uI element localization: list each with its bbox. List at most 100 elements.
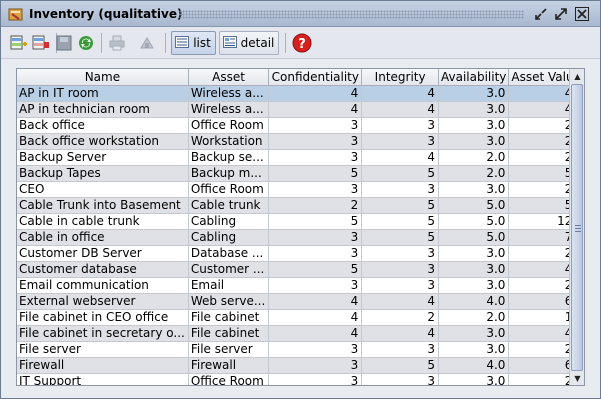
cell-name: AP in technician room	[17, 101, 189, 118]
table-row[interactable]: Backup ServerBackup se...342.024	[17, 149, 584, 166]
scroll-down-icon[interactable]: ▼	[570, 371, 585, 385]
cell-integrity: 4	[361, 85, 439, 102]
cell-integrity: 4	[361, 325, 439, 342]
cell-availability: 5.0	[438, 197, 510, 214]
cell-integrity: 4	[361, 293, 439, 310]
column-header-name[interactable]: Name	[17, 69, 189, 86]
table-row[interactable]: IT SupportOffice Room333.027	[17, 373, 584, 385]
help-icon[interactable]: ?	[291, 31, 313, 55]
table-row[interactable]: Customer DB ServerDatabase ...333.027	[17, 245, 584, 262]
cell-availability: 2.0	[438, 309, 510, 326]
table-row[interactable]: External webserverWeb serve...444.064	[17, 293, 584, 310]
export-icon[interactable]	[137, 31, 157, 55]
cell-name: File cabinet in secretary o...	[17, 325, 189, 342]
column-header-confidentiality[interactable]: Confidentiality	[268, 69, 363, 86]
cell-integrity: 5	[361, 357, 439, 374]
cell-name: Email communication	[17, 277, 189, 294]
cell-availability: 3.0	[438, 181, 510, 198]
cell-confidentiality: 3	[268, 149, 363, 166]
cell-integrity: 3	[361, 261, 439, 278]
cell-confidentiality: 5	[268, 213, 363, 230]
cell-availability: 5.0	[438, 229, 510, 246]
title-bar[interactable]: Inventory (qualitative)	[1, 1, 600, 27]
inventory-app-icon	[8, 7, 24, 24]
cell-integrity: 3	[361, 341, 439, 358]
cell-integrity: 3	[361, 373, 439, 385]
list-view-button[interactable]: list	[171, 31, 216, 55]
cell-integrity: 3	[361, 277, 439, 294]
cell-availability: 4.0	[438, 357, 510, 374]
cell-integrity: 3	[361, 181, 439, 198]
detail-view-button[interactable]: detail	[219, 31, 279, 55]
toolbar: list detail ?	[1, 27, 600, 59]
remove-asset-icon[interactable]	[30, 31, 52, 55]
cell-confidentiality: 5	[268, 165, 363, 182]
table-row[interactable]: Cable in officeCabling355.075	[17, 229, 584, 246]
cell-integrity: 5	[361, 165, 439, 182]
cell-integrity: 3	[361, 117, 439, 134]
cell-asset: Office Room	[188, 373, 270, 385]
cell-integrity: 2	[361, 309, 439, 326]
cell-asset: Office Room	[188, 181, 270, 198]
cell-availability: 2.0	[438, 165, 510, 182]
cell-availability: 3.0	[438, 261, 510, 278]
table-row[interactable]: File cabinet in CEO office File cabinet 4 2…	[17, 309, 584, 326]
refresh-icon[interactable]	[76, 31, 96, 55]
cell-availability: 5.0	[438, 213, 510, 230]
cell-name: External webserver	[17, 293, 189, 310]
cell-asset: Workstation	[188, 133, 270, 150]
cell-integrity: 5	[361, 213, 439, 230]
table-row[interactable]: Back office workstationWorkstation333.02…	[17, 133, 584, 150]
table-row[interactable]: AP in IT roomWireless a...443.048	[17, 85, 584, 102]
save-icon[interactable]	[56, 31, 72, 55]
cell-availability: 3.0	[438, 245, 510, 262]
table-row[interactable]: FirewallFirewall354.060	[17, 357, 584, 374]
inventory-table-frame: Name Asset Confidentiality Integrity Ava…	[16, 68, 585, 386]
table-row[interactable]: Back officeOffice Room333.027	[17, 117, 584, 134]
close-icon[interactable]	[575, 7, 589, 21]
cell-confidentiality: 3	[268, 357, 363, 374]
cell-name: Firewall	[17, 357, 189, 374]
cell-name: Cable Trunk into Basement	[17, 197, 189, 214]
add-asset-icon[interactable]	[8, 31, 30, 55]
list-icon	[175, 35, 190, 51]
toolbar-separator	[165, 33, 166, 53]
cell-asset: Database ...	[188, 245, 270, 262]
print-icon[interactable]	[107, 31, 127, 55]
iconify-icon[interactable]	[534, 7, 548, 21]
table-row[interactable]: Customer databaseCustomer ...533.045	[17, 261, 584, 278]
maximize-icon[interactable]	[554, 7, 568, 21]
cell-confidentiality: 3	[268, 277, 363, 294]
cell-confidentiality: 3	[268, 181, 363, 198]
cell-availability: 3.0	[438, 341, 510, 358]
table-row[interactable]: File cabinet in secretary o... File cabin…	[17, 325, 584, 342]
column-header-integrity[interactable]: Integrity	[361, 69, 439, 86]
cell-confidentiality: 3	[268, 373, 363, 385]
detail-view-label: detail	[240, 36, 275, 50]
table-row[interactable]: Cable in cable trunkCabling555.0125	[17, 213, 584, 230]
table-row[interactable]: Cable Trunk into Basement Cable trunk 2 5 5.…	[17, 197, 584, 214]
cell-asset: Wireless a...	[188, 101, 270, 118]
cell-integrity: 4	[361, 101, 439, 118]
cell-asset: File server	[188, 341, 270, 358]
table-header-row: Name Asset Confidentiality Integrity Ava…	[17, 69, 584, 86]
table-row[interactable]: File serverFile server333.027	[17, 341, 584, 358]
table-row[interactable]: Email communicationEmail333.027	[17, 277, 584, 294]
cell-integrity: 3	[361, 133, 439, 150]
column-header-availability[interactable]: Availability	[438, 69, 510, 86]
scroll-thumb[interactable]	[571, 84, 583, 371]
column-header-asset[interactable]: Asset	[188, 69, 270, 86]
detail-icon	[222, 35, 237, 51]
cell-availability: 3.0	[438, 277, 510, 294]
cell-asset: Backup m...	[188, 165, 270, 182]
cell-asset: Firewall	[188, 357, 270, 374]
scroll-up-icon[interactable]: ▲	[570, 69, 585, 83]
table-row[interactable]: Backup TapesBackup m...552.050	[17, 165, 584, 182]
cell-confidentiality: 5	[268, 261, 363, 278]
cell-availability: 3.0	[438, 101, 510, 118]
table-row[interactable]: AP in technician roomWireless a...443.04…	[17, 101, 584, 118]
cell-name: Customer database	[17, 261, 189, 278]
cell-availability: 2.0	[438, 149, 510, 166]
table-row[interactable]: CEOOffice Room333.027	[17, 181, 584, 198]
vertical-scrollbar[interactable]: ▲ ▼	[569, 69, 584, 385]
